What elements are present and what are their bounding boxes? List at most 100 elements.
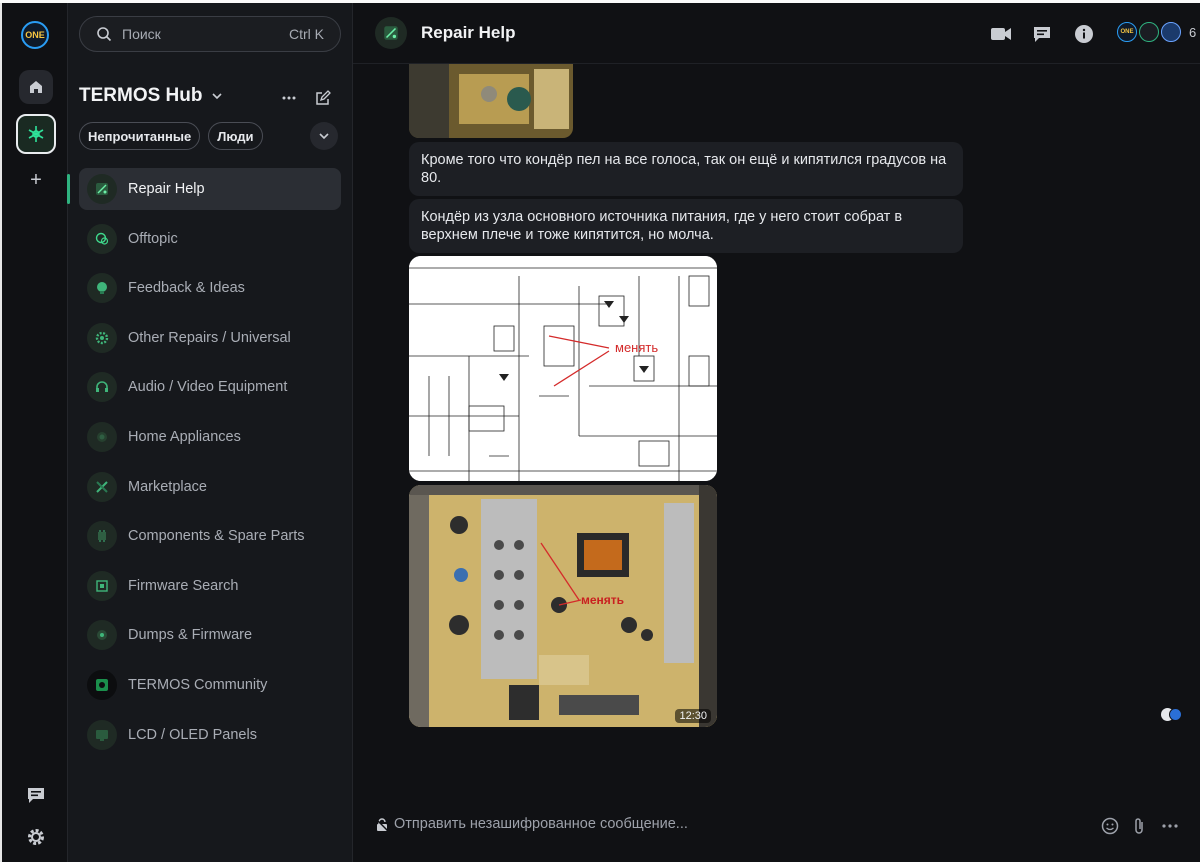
- app-logo[interactable]: ONE: [21, 21, 49, 49]
- snowflake-icon: [28, 126, 44, 142]
- compose-icon: [316, 90, 331, 105]
- board-annotation: менять: [581, 593, 624, 607]
- space-name: TERMOS Hub: [79, 85, 203, 106]
- room-label: Audio / Video Equipment: [128, 379, 288, 396]
- member-list-button[interactable]: ONE 6: [1117, 22, 1196, 42]
- room-list-panel: Поиск Ctrl K TERMOS Hub Непрочитанные Лю…: [67, 3, 353, 862]
- room-info-button[interactable]: [1072, 22, 1096, 46]
- space-options-button[interactable]: [278, 87, 300, 109]
- room-item-other-repairs[interactable]: Other Repairs / Universal: [79, 317, 341, 359]
- termos-logo-icon: [87, 669, 117, 700]
- room-label: LCD / OLED Panels: [128, 726, 257, 743]
- more-horizontal-icon: [1162, 824, 1178, 828]
- room-label: Marketplace: [128, 478, 207, 495]
- active-room-indicator: [67, 174, 70, 204]
- settings-button[interactable]: [24, 825, 48, 849]
- tools-icon: [87, 471, 117, 502]
- attach-button[interactable]: [1128, 815, 1150, 837]
- filter-people[interactable]: Люди: [208, 122, 263, 150]
- room-label: Dumps & Firmware: [128, 627, 253, 644]
- message-timeline[interactable]: Кроме того что кондёр пел на все голоса,…: [353, 64, 1200, 794]
- compose-button[interactable]: [312, 87, 334, 109]
- message-bubble[interactable]: Кроме того что кондёр пел на все голоса,…: [409, 142, 963, 196]
- home-icon: [30, 81, 42, 93]
- search-placeholder: Поиск: [122, 26, 161, 42]
- home-button[interactable]: [19, 70, 53, 104]
- message-image-partial[interactable]: [409, 64, 573, 138]
- room-filters: Непрочитанные Люди: [79, 122, 263, 150]
- room-label: Offtopic: [128, 230, 178, 247]
- room-item-firmware-search[interactable]: Firmware Search: [79, 565, 341, 607]
- gear-icon: [87, 322, 117, 353]
- message-icon: [1034, 27, 1050, 42]
- more-options-button[interactable]: [1159, 815, 1181, 837]
- emoji-button[interactable]: [1099, 815, 1121, 837]
- message-image-board[interactable]: менять 12:30: [409, 485, 717, 727]
- display-icon: [87, 719, 117, 750]
- headphones-icon: [87, 372, 117, 403]
- schematic-annotation: менять: [615, 340, 658, 355]
- database-icon: [87, 620, 117, 651]
- read-receipts[interactable]: [1161, 708, 1182, 721]
- room-item-components[interactable]: Components & Spare Parts: [79, 515, 341, 557]
- gear-icon: [28, 829, 44, 845]
- search-shortcut: Ctrl K: [289, 26, 324, 42]
- chip-icon: [87, 521, 117, 552]
- room-item-lcd-oled[interactable]: LCD / OLED Panels: [79, 714, 341, 756]
- room-item-repair-help[interactable]: Repair Help: [67, 168, 341, 210]
- message-input[interactable]: Отправить незашифрованное сообщение...: [394, 816, 688, 832]
- room-item-feedback-ideas[interactable]: Feedback & Ideas: [79, 267, 341, 309]
- lightbulb-icon: [87, 273, 117, 304]
- message-composer: Отправить незашифрованное сообщение...: [353, 794, 1200, 862]
- room-header: Repair Help ONE 6: [353, 3, 1200, 64]
- reader-avatar: [1169, 708, 1182, 721]
- circuit-board-icon: [384, 26, 398, 40]
- threads-button[interactable]: [1030, 22, 1054, 46]
- chevron-down-icon: [211, 93, 222, 100]
- paperclip-icon: [1135, 818, 1143, 834]
- room-view: Repair Help ONE 6 Кроме того что кондёр …: [353, 3, 1200, 862]
- message-text: Кондёр из узла основного источника питан…: [421, 209, 903, 243]
- room-label: Feedback & Ideas: [128, 280, 245, 297]
- member-avatar: [1161, 22, 1181, 42]
- message-timestamp: 12:30: [675, 709, 711, 723]
- member-avatar: ONE: [1117, 22, 1137, 42]
- space-termos-hub[interactable]: [16, 114, 56, 154]
- chat-bubbles-icon: [87, 223, 117, 254]
- add-space-button[interactable]: +: [26, 169, 46, 193]
- message-bubble[interactable]: Кондёр из узла основного источника питан…: [409, 199, 963, 253]
- filters-expand-button[interactable]: [310, 122, 338, 150]
- space-name-dropdown[interactable]: TERMOS Hub: [79, 85, 223, 107]
- room-label: TERMOS Community: [128, 676, 268, 693]
- room-label: Repair Help: [128, 181, 205, 197]
- circuit-board-icon: [87, 174, 117, 204]
- room-avatar[interactable]: [375, 17, 407, 49]
- threads-button[interactable]: [24, 783, 48, 807]
- member-count: 6: [1189, 24, 1197, 40]
- unencrypted-lock-icon: [375, 818, 389, 832]
- search-icon: [97, 27, 112, 42]
- room-label: Components & Spare Parts: [128, 528, 305, 545]
- emoji-icon: [1101, 817, 1119, 835]
- appliance-icon: [87, 421, 117, 452]
- member-avatar: [1139, 22, 1159, 42]
- room-item-termos-community[interactable]: TERMOS Community: [79, 664, 341, 706]
- search-input[interactable]: Поиск Ctrl K: [79, 16, 341, 52]
- room-list: Repair Help Offtopic Feedback & Ideas Ot…: [67, 168, 341, 763]
- room-item-dumps-firmware[interactable]: Dumps & Firmware: [79, 614, 341, 656]
- video-camera-icon: [991, 28, 1011, 40]
- room-title[interactable]: Repair Help: [421, 23, 515, 43]
- room-item-marketplace[interactable]: Marketplace: [79, 466, 341, 508]
- info-icon: [1075, 25, 1093, 43]
- video-call-button[interactable]: [989, 22, 1013, 46]
- chevron-down-icon: [319, 133, 329, 140]
- room-item-audio-video[interactable]: Audio / Video Equipment: [79, 366, 341, 408]
- room-item-offtopic[interactable]: Offtopic: [79, 218, 341, 260]
- more-horizontal-icon: [282, 96, 296, 100]
- spaces-rail: ONE +: [0, 3, 68, 862]
- room-label: Home Appliances: [128, 428, 241, 445]
- room-item-home-appliances[interactable]: Home Appliances: [79, 416, 341, 458]
- message-text: Кроме того что кондёр пел на все голоса,…: [421, 152, 947, 186]
- filter-unread[interactable]: Непрочитанные: [79, 122, 201, 150]
- message-image-schematic[interactable]: менять: [409, 256, 717, 481]
